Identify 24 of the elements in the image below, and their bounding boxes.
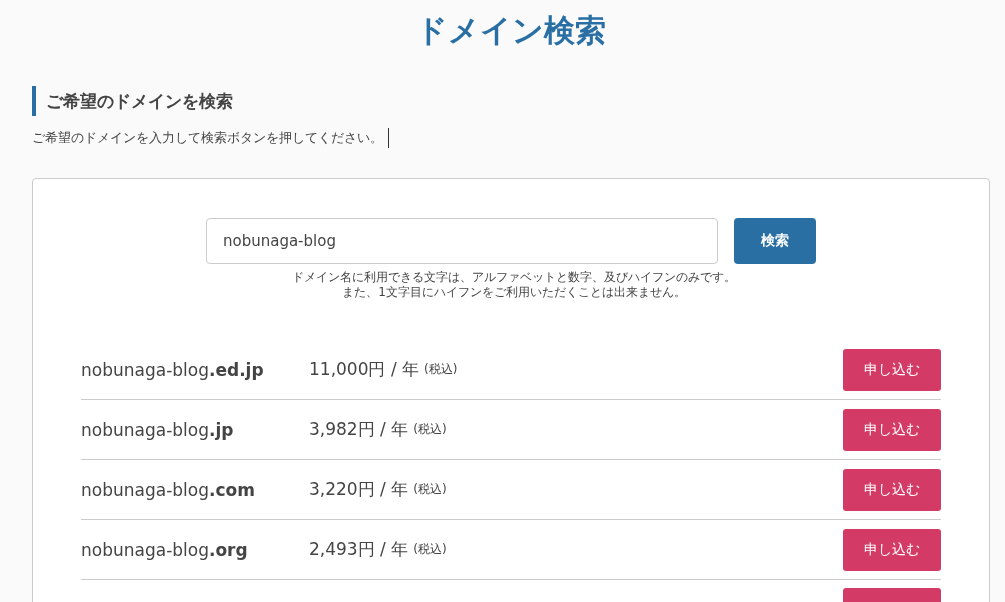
tax-note: (税込): [413, 541, 447, 558]
tax-note: (税込): [424, 361, 458, 378]
domain-name: nobunaga-blog.org: [81, 539, 249, 560]
apply-button[interactable]: 申し込む: [843, 408, 941, 451]
search-button[interactable]: 検索: [734, 218, 816, 264]
apply-button[interactable]: 申し込む: [843, 348, 941, 391]
hint-text: また、1文字目にハイフンをご利用いただくことは出来ません。: [341, 285, 687, 300]
domain-input-field[interactable]: nobunaga-blog: [206, 218, 718, 264]
domain-name: nobunaga-blog.ed.jp: [81, 359, 265, 380]
section-heading: ご希望のドメインを検索: [46, 89, 233, 113]
domain-name: nobunaga-blog.com: [81, 479, 256, 500]
domain-name: nobunaga-blog.jp: [81, 419, 235, 440]
price-text: 11,000円 / 年: [309, 358, 420, 381]
tax-note: (税込): [413, 481, 447, 498]
section-description: ご希望のドメインを入力して検索ボタンを押してください。: [32, 129, 383, 147]
price-text: 2,493円 / 年: [309, 538, 409, 561]
apply-button[interactable]: 申し込む: [843, 528, 941, 571]
tax-note: (税込): [413, 421, 447, 438]
text-cursor-icon: [388, 128, 389, 148]
apply-button[interactable]: 申し込む: [843, 468, 941, 511]
price-text: 3,220円 / 年: [309, 478, 409, 501]
page-title: ドメイン検索: [415, 11, 607, 50]
hint-text: ドメイン名に利用できる文字は、アルファベットと数字、及びハイフンのみです。: [291, 270, 737, 285]
price-text: 3,982円 / 年: [309, 418, 409, 441]
